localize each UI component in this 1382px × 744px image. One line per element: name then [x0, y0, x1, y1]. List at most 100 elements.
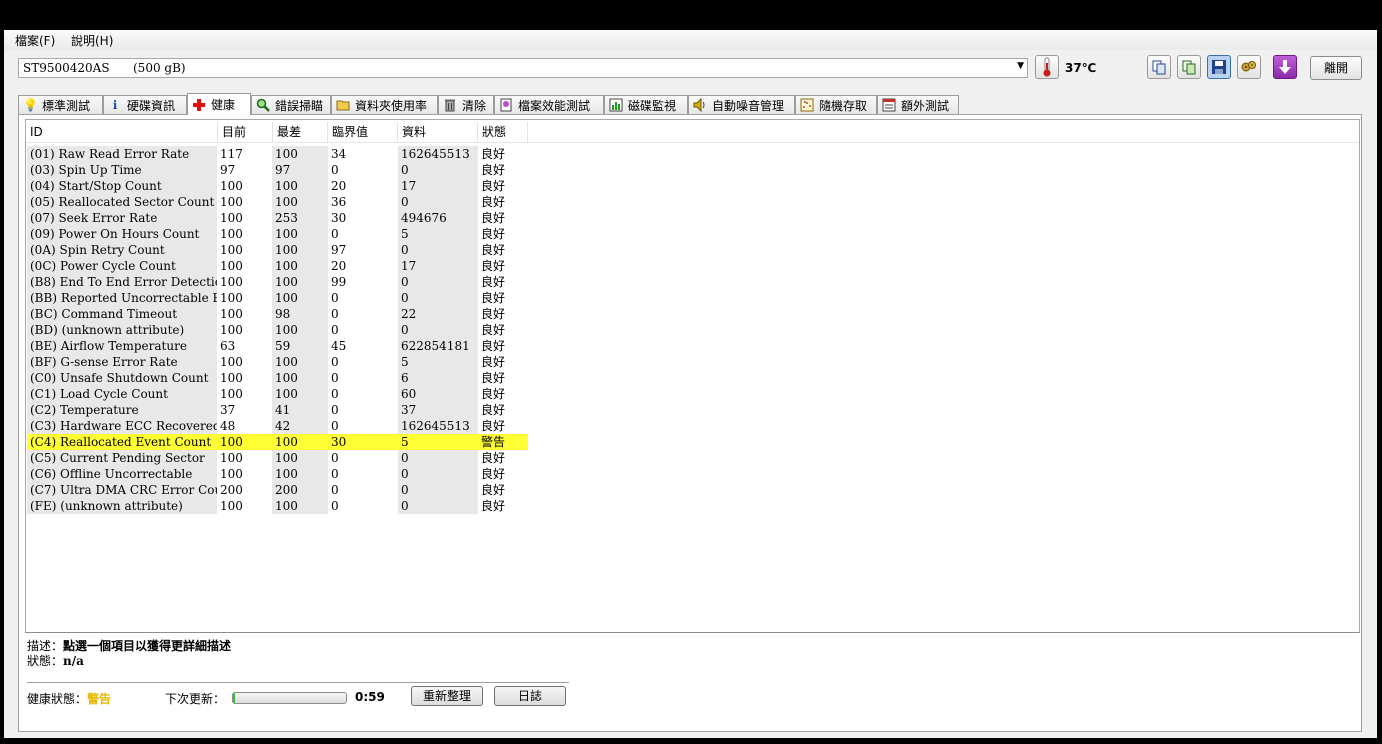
tab-bar: 💡 標準測試 ℹ 硬碟資訊 健康 錯誤掃瞄 資料夾使用率 清除 檔案效能測試 磁…: [18, 93, 1363, 115]
status-value: 良好: [481, 179, 506, 193]
column-header-status[interactable]: 狀態: [478, 122, 528, 142]
threshold-value: 20: [331, 179, 347, 193]
smart-attribute-table[interactable]: ID 目前 最差 臨界值 資料 狀態 (01) Raw Read Error R…: [25, 119, 1360, 633]
table-row[interactable]: (FE) (unknown attribute) 100 100 0 0 良好: [26, 498, 526, 514]
column-header-threshold[interactable]: 臨界值: [328, 122, 398, 142]
attribute-id: (C3) Hardware ECC Recovered: [27, 418, 217, 434]
raw-data: 17: [398, 178, 478, 194]
refresh-button[interactable]: 重新整理: [411, 686, 483, 706]
file-benchmark-icon: [499, 98, 513, 112]
current-value: 97: [220, 163, 236, 177]
threshold-value: 0: [331, 227, 339, 241]
table-row[interactable]: (0C) Power Cycle Count 100 100 20 17 良好: [26, 258, 526, 274]
table-row[interactable]: (04) Start/Stop Count 100 100 20 17 良好: [26, 178, 526, 194]
table-row[interactable]: (BB) Reported Uncorrectable Errors100100…: [26, 290, 526, 306]
threshold-value: 30: [331, 211, 347, 225]
status-value: 良好: [481, 467, 506, 481]
raw-data: 22: [398, 306, 478, 322]
tab-label: 標準測試: [42, 98, 91, 113]
table-row[interactable]: (BD) (unknown attribute) 100 100 0 0 良好: [26, 322, 526, 338]
table-row[interactable]: (C4) Reallocated Event Count 100 100 30 5 警告: [26, 434, 528, 450]
table-row[interactable]: (0A) Spin Retry Count 100 100 97 0 良好: [26, 242, 526, 258]
column-header-worst[interactable]: 最差: [273, 122, 328, 142]
status-value: 良好: [481, 323, 506, 337]
raw-data: 0: [398, 482, 478, 498]
table-row[interactable]: (03) Spin Up Time 97 97 0 0 良好: [26, 162, 526, 178]
threshold-value: 30: [328, 434, 398, 450]
header-divider: [26, 142, 1359, 143]
status-value: 良好: [481, 243, 506, 257]
tab-aam[interactable]: 自動噪音管理: [688, 95, 795, 114]
status-value: 良好: [481, 451, 506, 465]
tab-erase[interactable]: 清除: [438, 95, 494, 114]
tab-benchmark[interactable]: 💡 標準測試: [18, 95, 103, 114]
status-value: 良好: [481, 211, 506, 225]
copy-icon[interactable]: [1147, 55, 1171, 79]
table-row[interactable]: (07) Seek Error Rate 100 253 30 494676 良好: [26, 210, 526, 226]
table-row[interactable]: (C0) Unsafe Shutdown Count 100 100 0 6 良好: [26, 370, 526, 386]
random-access-icon: [800, 98, 814, 112]
tab-error-scan[interactable]: 錯誤掃瞄: [251, 95, 331, 114]
table-row[interactable]: (C7) Ultra DMA CRC Error Count 200 200 0 0 良好: [26, 482, 526, 498]
table-row[interactable]: (C3) Hardware ECC Recovered 48 42 0 16264551…: [26, 418, 526, 434]
tab-file-benchmark[interactable]: 檔案效能測試: [494, 95, 604, 114]
tab-disk-monitor[interactable]: 磁碟監視: [604, 95, 688, 114]
tab-folder-usage[interactable]: 資料夾使用率: [331, 95, 438, 114]
attribute-id: (C4) Reallocated Event Count: [27, 434, 217, 450]
worst-value: 100: [272, 274, 328, 290]
table-row[interactable]: (C1) Load Cycle Count 100 100 0 60 良好: [26, 386, 526, 402]
attribute-id: (BD) (unknown attribute): [27, 322, 217, 338]
tab-info[interactable]: ℹ 硬碟資訊: [103, 95, 187, 114]
table-row[interactable]: (05) Reallocated Sector Count 100 100 36 0 良好: [26, 194, 526, 210]
threshold-value: 0: [331, 499, 339, 513]
table-row[interactable]: (BC) Command Timeout 100 98 0 22 良好: [26, 306, 526, 322]
table-row[interactable]: (BF) G-sense Error Rate 100 100 0 5 良好: [26, 354, 526, 370]
threshold-value: 0: [331, 451, 339, 465]
tab-extra-tests[interactable]: 額外測試: [877, 95, 959, 114]
table-row[interactable]: (BE) Airflow Temperature 63 59 45 622854181 良…: [26, 338, 526, 354]
raw-data: 5: [398, 434, 478, 450]
table-row[interactable]: (C2) Temperature 37 41 0 37 良好: [26, 402, 526, 418]
table-row[interactable]: (09) Power On Hours Count 100 100 0 5 良好: [26, 226, 526, 242]
threshold-value: 36: [331, 195, 347, 209]
tab-random-access[interactable]: 隨機存取: [795, 95, 877, 114]
worst-value: 100: [272, 370, 328, 386]
menu-help[interactable]: 說明(H): [71, 32, 113, 49]
worst-value: 41: [272, 402, 328, 418]
save-icon[interactable]: [1207, 55, 1231, 79]
attribute-id: (BE) Airflow Temperature: [27, 338, 217, 354]
download-icon[interactable]: [1273, 55, 1297, 79]
copy-all-icon[interactable]: [1177, 55, 1201, 79]
worst-value: 100: [272, 194, 328, 210]
attribute-id: (BC) Command Timeout: [27, 306, 217, 322]
tab-label: 硬碟資訊: [127, 98, 176, 113]
raw-data: 0: [398, 466, 478, 482]
tab-health[interactable]: 健康: [187, 93, 251, 115]
table-row[interactable]: (B8) End To End Error Detection 100 100 99 0…: [26, 274, 526, 290]
tab-label: 資料夾使用率: [355, 98, 428, 113]
table-row[interactable]: (01) Raw Read Error Rate 117 100 34 16264551…: [26, 146, 526, 162]
current-value: 100: [220, 275, 243, 289]
menu-file[interactable]: 檔案(F): [15, 32, 55, 49]
table-row[interactable]: (C6) Offline Uncorrectable 100 100 0 0 良好: [26, 466, 526, 482]
column-header-id[interactable]: ID: [26, 122, 218, 142]
column-header-raw[interactable]: 資料: [398, 122, 478, 142]
exit-button[interactable]: 離開: [1310, 56, 1362, 80]
health-status-value: 警告: [87, 692, 112, 706]
settings-icon[interactable]: [1237, 55, 1261, 79]
raw-data: 60: [398, 386, 478, 402]
drive-select[interactable]: ST9500420AS (500 gB) ▼: [18, 58, 1028, 78]
thermometer-icon: [1035, 55, 1059, 79]
table-row[interactable]: (C5) Current Pending Sector 100 100 0 0 良好: [26, 450, 526, 466]
status-value: 良好: [481, 499, 506, 513]
raw-data: 0: [398, 274, 478, 290]
info-icon: ℹ: [112, 98, 118, 112]
attribute-id: (C2) Temperature: [27, 402, 217, 418]
status-value: 警告: [478, 434, 528, 450]
attribute-id: (C7) Ultra DMA CRC Error Count: [27, 482, 217, 498]
status-value: 良好: [481, 275, 506, 289]
log-button[interactable]: 日誌: [494, 686, 566, 706]
worst-value: 100: [272, 178, 328, 194]
column-header-current[interactable]: 目前: [218, 122, 273, 142]
status-value: 良好: [481, 339, 506, 353]
